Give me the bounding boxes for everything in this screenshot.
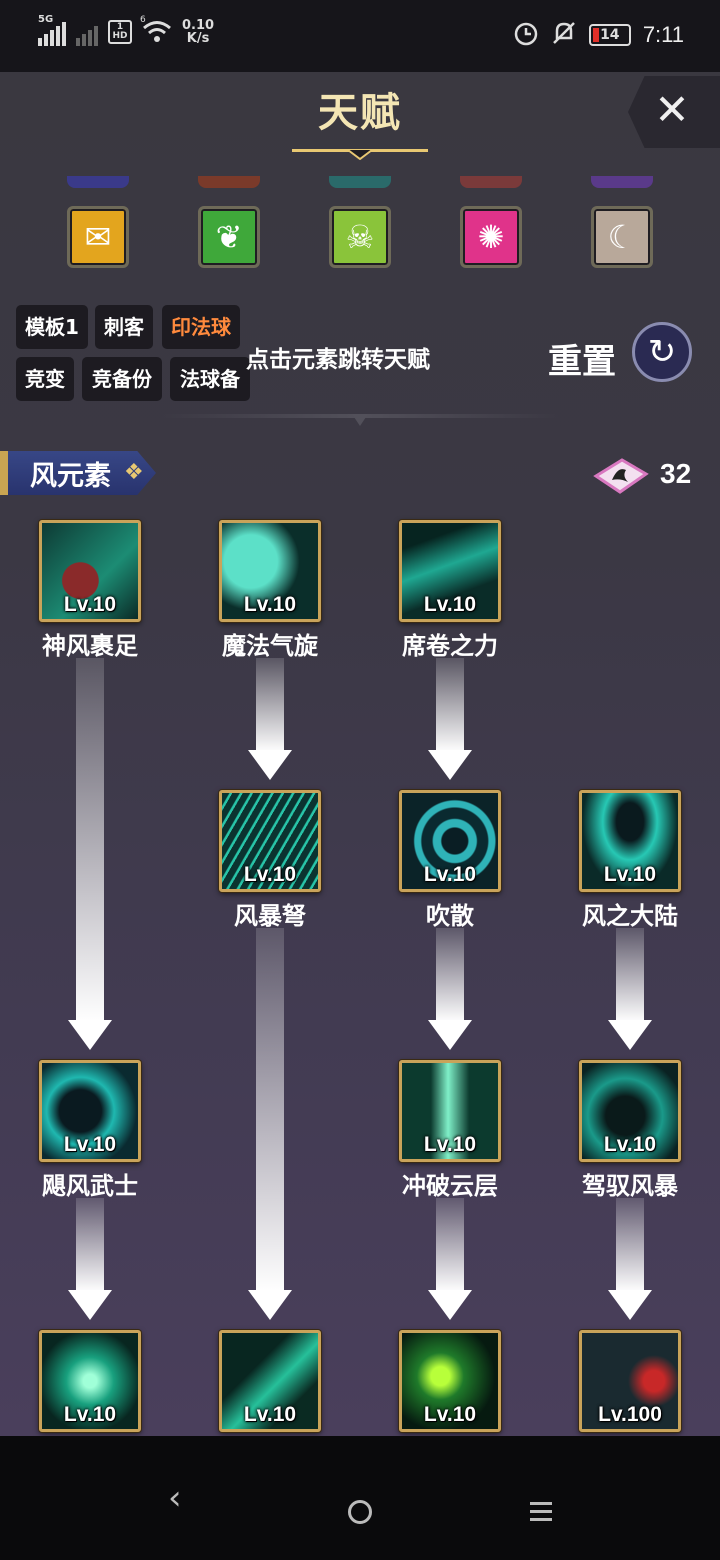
- arrow-connector: [608, 1198, 652, 1320]
- talent-node-t11[interactable]: Lv.10: [219, 1330, 321, 1432]
- talent-level: Lv.10: [423, 863, 477, 886]
- talent-point-card-icon: [593, 458, 649, 494]
- talent-level: Lv.10: [603, 1133, 657, 1156]
- element-peek[interactable]: [591, 176, 653, 188]
- cell-signal-2-icon: [76, 18, 98, 46]
- moon-element-icon[interactable]: ☾: [591, 206, 653, 268]
- arrow-connector: [68, 1198, 112, 1320]
- element-peek[interactable]: [460, 176, 522, 188]
- talent-level: Lv.10: [63, 1133, 117, 1156]
- talent-name: 驾驭风暴: [582, 1172, 678, 1200]
- sun-element-icon[interactable]: ✺: [460, 206, 522, 268]
- arrow-connector: [608, 928, 652, 1050]
- divider-notch: [352, 414, 368, 426]
- arrow-connector: [248, 928, 292, 1320]
- talent-name: 风之大陆: [582, 902, 678, 930]
- talent-name: 神风裹足: [42, 632, 138, 660]
- wifi-icon: 6: [140, 15, 172, 45]
- talent-node-t3[interactable]: Lv.10: [399, 520, 501, 622]
- talent-level: Lv.10: [63, 1403, 117, 1426]
- talent-node-t6[interactable]: Lv.10: [579, 790, 681, 892]
- status-bar: 5G 1 HD 6 0.10 K/s 14 7:11: [0, 0, 720, 72]
- talent-node-t9[interactable]: Lv.10: [579, 1060, 681, 1162]
- talent-points-count: 32: [660, 458, 692, 489]
- talent-level: Lv.10: [243, 1403, 297, 1426]
- talent-node-t4[interactable]: Lv.10: [219, 790, 321, 892]
- chip-template-5[interactable]: 竞备份: [82, 357, 162, 401]
- talent-node-t7[interactable]: Lv.10: [39, 1060, 141, 1162]
- reset-button[interactable]: ↻: [632, 322, 692, 382]
- skull-element-icon[interactable]: ☠: [329, 206, 391, 268]
- arrow-connector: [428, 1198, 472, 1320]
- leaf-element-icon[interactable]: ❦: [198, 206, 260, 268]
- talent-level: Lv.10: [423, 593, 477, 616]
- hd-icon: 1 HD: [108, 20, 132, 44]
- talent-name: 魔法气旋: [222, 632, 318, 660]
- arrow-connector: [428, 658, 472, 780]
- talent-level: Lv.10: [243, 593, 297, 616]
- talent-level: Lv.10: [603, 863, 657, 886]
- talent-node-t8[interactable]: Lv.10: [399, 1060, 501, 1162]
- talent-name: 飓风武士: [42, 1172, 138, 1200]
- chip-template-2[interactable]: 刺客: [95, 305, 153, 349]
- chip-template-4[interactable]: 竞变: [16, 357, 74, 401]
- section-title: 风元素: [30, 461, 111, 492]
- close-button[interactable]: ✕: [652, 89, 692, 131]
- talent-level: Lv.10: [423, 1133, 477, 1156]
- talent-level: Lv.10: [243, 863, 297, 886]
- alarm-icon: [513, 20, 539, 50]
- back-icon[interactable]: ‹: [168, 1478, 192, 1518]
- title-ornament-icon: [292, 149, 428, 160]
- talent-level: Lv.100: [598, 1403, 662, 1426]
- element-peek[interactable]: [329, 176, 391, 188]
- chip-template-1[interactable]: 模板1: [16, 305, 88, 349]
- chip-template-6[interactable]: 法球备: [170, 357, 250, 401]
- home-icon[interactable]: [348, 1500, 372, 1524]
- clock: 7:11: [642, 22, 684, 47]
- talent-name: 吹散: [426, 902, 474, 930]
- banner-ornament-icon: ❖: [124, 460, 144, 485]
- talent-node-t5[interactable]: Lv.10: [399, 790, 501, 892]
- network-speed: 0.10 K/s: [182, 18, 215, 46]
- talent-screen: 天赋 ✕ ✉ ❦ ☠ ✺ ☾ 印法球 模板1 刺客 竞变 竞备份 法球备 点击元素跳转天…: [0, 72, 720, 1436]
- arrow-connector: [68, 658, 112, 1050]
- talent-level: Lv.10: [63, 593, 117, 616]
- system-nav-bar: ‹: [0, 1436, 720, 1560]
- battery-icon: 14: [588, 24, 631, 46]
- element-peek[interactable]: [198, 176, 260, 188]
- menu-icon[interactable]: [530, 1502, 552, 1526]
- hint-text: 点击元素跳转天赋: [246, 347, 430, 373]
- arrow-connector: [428, 928, 472, 1050]
- arrow-connector: [248, 658, 292, 780]
- talent-name: 风暴弩: [234, 902, 306, 930]
- page-title: 天赋: [318, 89, 402, 136]
- redo-arrow-icon: ↻: [647, 332, 677, 372]
- element-peek[interactable]: [67, 176, 129, 188]
- talent-node-t1[interactable]: Lv.10: [39, 520, 141, 622]
- talent-node-t2[interactable]: Lv.10: [219, 520, 321, 622]
- talent-node-t10[interactable]: Lv.10: [39, 1330, 141, 1432]
- mute-bell-icon: [551, 20, 577, 50]
- reset-label[interactable]: 重置: [548, 334, 616, 383]
- chip-template-3[interactable]: 印法球: [162, 305, 240, 349]
- talent-node-t13[interactable]: Lv.100: [579, 1330, 681, 1432]
- talent-level: Lv.10: [423, 1403, 477, 1426]
- talent-name: 席卷之力: [402, 632, 498, 660]
- gold-element-icon[interactable]: ✉: [67, 206, 129, 268]
- talent-node-t12[interactable]: Lv.10: [399, 1330, 501, 1432]
- cell-signal-icon: 5G: [38, 14, 66, 46]
- talent-name: 冲破云层: [402, 1172, 498, 1200]
